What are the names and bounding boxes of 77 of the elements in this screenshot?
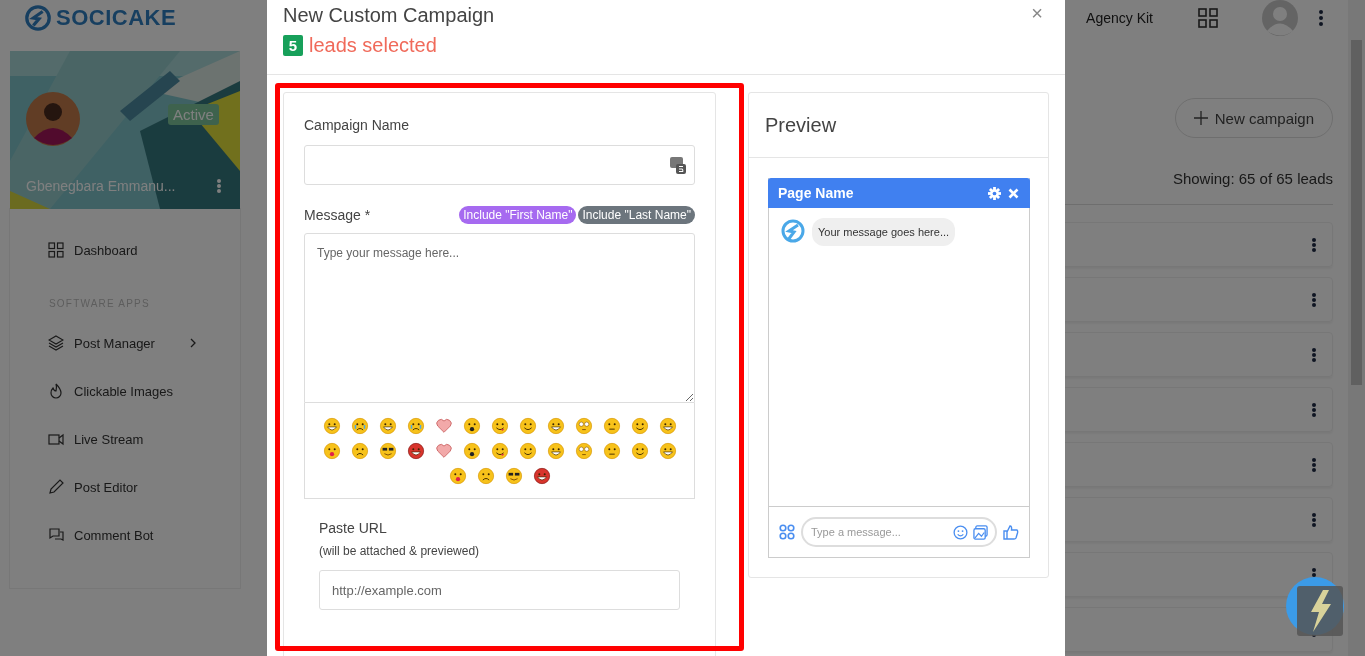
image-icon[interactable] [973, 525, 988, 540]
menu-item[interactable]: Comment Bot [74, 527, 154, 543]
more-icon[interactable] [1311, 511, 1317, 528]
close-icon[interactable] [1008, 187, 1019, 199]
devil-face-icon[interactable] [532, 467, 551, 485]
insert-tag-button[interactable]: Include "First Name" [459, 206, 577, 224]
smiley-face-icon[interactable] [630, 417, 649, 435]
dialog-title: New Custom Campaign [283, 3, 495, 27]
sms-icon[interactable] [670, 157, 686, 175]
settings-icon[interactable] [988, 186, 1001, 200]
menu-item[interactable]: Post Manager [74, 335, 155, 351]
nav-link[interactable]: Agency Kit [1086, 10, 1153, 26]
chat-launcher-icon[interactable] [1285, 574, 1345, 638]
field-label: Campaign Name [304, 117, 411, 133]
plus-icon [1193, 111, 1208, 125]
campaign-name-field[interactable] [304, 145, 695, 185]
smiley-face-icon[interactable] [490, 442, 509, 460]
dashboard-icon [48, 242, 64, 258]
more-icon[interactable] [216, 178, 222, 194]
leads-count: Showing: 65 of 65 leads [1171, 170, 1333, 187]
video-icon [48, 431, 64, 447]
pencil-icon [48, 479, 64, 495]
new-campaign-button[interactable]: New campaign [1174, 98, 1333, 138]
preview-title: Preview [765, 113, 837, 137]
smiley-face-icon[interactable] [406, 417, 425, 435]
devil-face-icon[interactable] [406, 442, 425, 460]
chat-message-field[interactable]: Type a message... [801, 517, 997, 547]
logo-icon [781, 219, 805, 245]
field-label: Message * [304, 207, 371, 223]
smiley-face-icon[interactable] [504, 467, 523, 485]
more-icon[interactable] [1311, 346, 1317, 363]
menu-item[interactable]: Clickable Images [74, 383, 173, 399]
chevron-icon[interactable] [190, 338, 196, 348]
count-badge: 5 [283, 35, 303, 56]
smiley-face-icon[interactable] [490, 417, 509, 435]
close-button[interactable]: × [1025, 3, 1049, 23]
field-label: Paste URL [319, 520, 388, 536]
avatar [26, 92, 80, 146]
smiley-face-icon[interactable] [518, 417, 537, 435]
more-icon[interactable] [1311, 401, 1317, 418]
menu-item[interactable]: Live Stream [74, 431, 144, 447]
message-field[interactable]: Type your message here... [304, 233, 695, 403]
apps-grid-icon[interactable] [1198, 8, 1218, 28]
heart-icon[interactable] [434, 417, 453, 435]
smiley-icon[interactable] [953, 525, 968, 540]
smiley-face-icon[interactable] [630, 442, 649, 460]
layers-icon [48, 335, 64, 351]
smiley-face-icon[interactable] [518, 442, 537, 460]
smiley-face-icon[interactable] [462, 417, 481, 435]
more-icon[interactable] [1311, 291, 1317, 308]
field-hint: (will be attached & previewed) [319, 544, 481, 558]
more-icon[interactable] [1311, 236, 1317, 253]
page-name: Page Name [778, 185, 855, 201]
heart-icon[interactable] [434, 442, 453, 460]
smiley-face-icon[interactable] [350, 417, 369, 435]
smiley-face-icon[interactable] [350, 442, 369, 460]
thumbs-up-icon[interactable] [1003, 524, 1019, 540]
url-field[interactable]: http://example.com [319, 570, 680, 610]
scrollbar[interactable] [1348, 0, 1365, 656]
status-badge: Active [168, 104, 219, 125]
leads-selected-label: leads selected [309, 34, 437, 57]
smiley-face-icon[interactable] [462, 442, 481, 460]
smiley-face-icon[interactable] [378, 442, 397, 460]
logo-icon [24, 4, 52, 32]
insert-tag-button[interactable]: Include "Last Name" [578, 206, 695, 224]
menu-item[interactable]: Post Editor [74, 479, 138, 495]
flame-icon [48, 383, 64, 399]
profile-name: Gbenegbara Emmanu... [26, 178, 176, 194]
more-icon[interactable] [1311, 456, 1317, 473]
logo-text[interactable]: SOCICAKE [56, 5, 177, 31]
apps-icon[interactable] [779, 524, 795, 540]
smiley-face-icon[interactable] [476, 467, 495, 485]
message-bubble: Your message goes here... [812, 218, 956, 246]
scrollbar-thumb[interactable] [1351, 40, 1362, 385]
menu-item[interactable]: Dashboard [74, 242, 138, 258]
more-icon[interactable] [1318, 9, 1324, 27]
chat-icon [48, 527, 64, 543]
